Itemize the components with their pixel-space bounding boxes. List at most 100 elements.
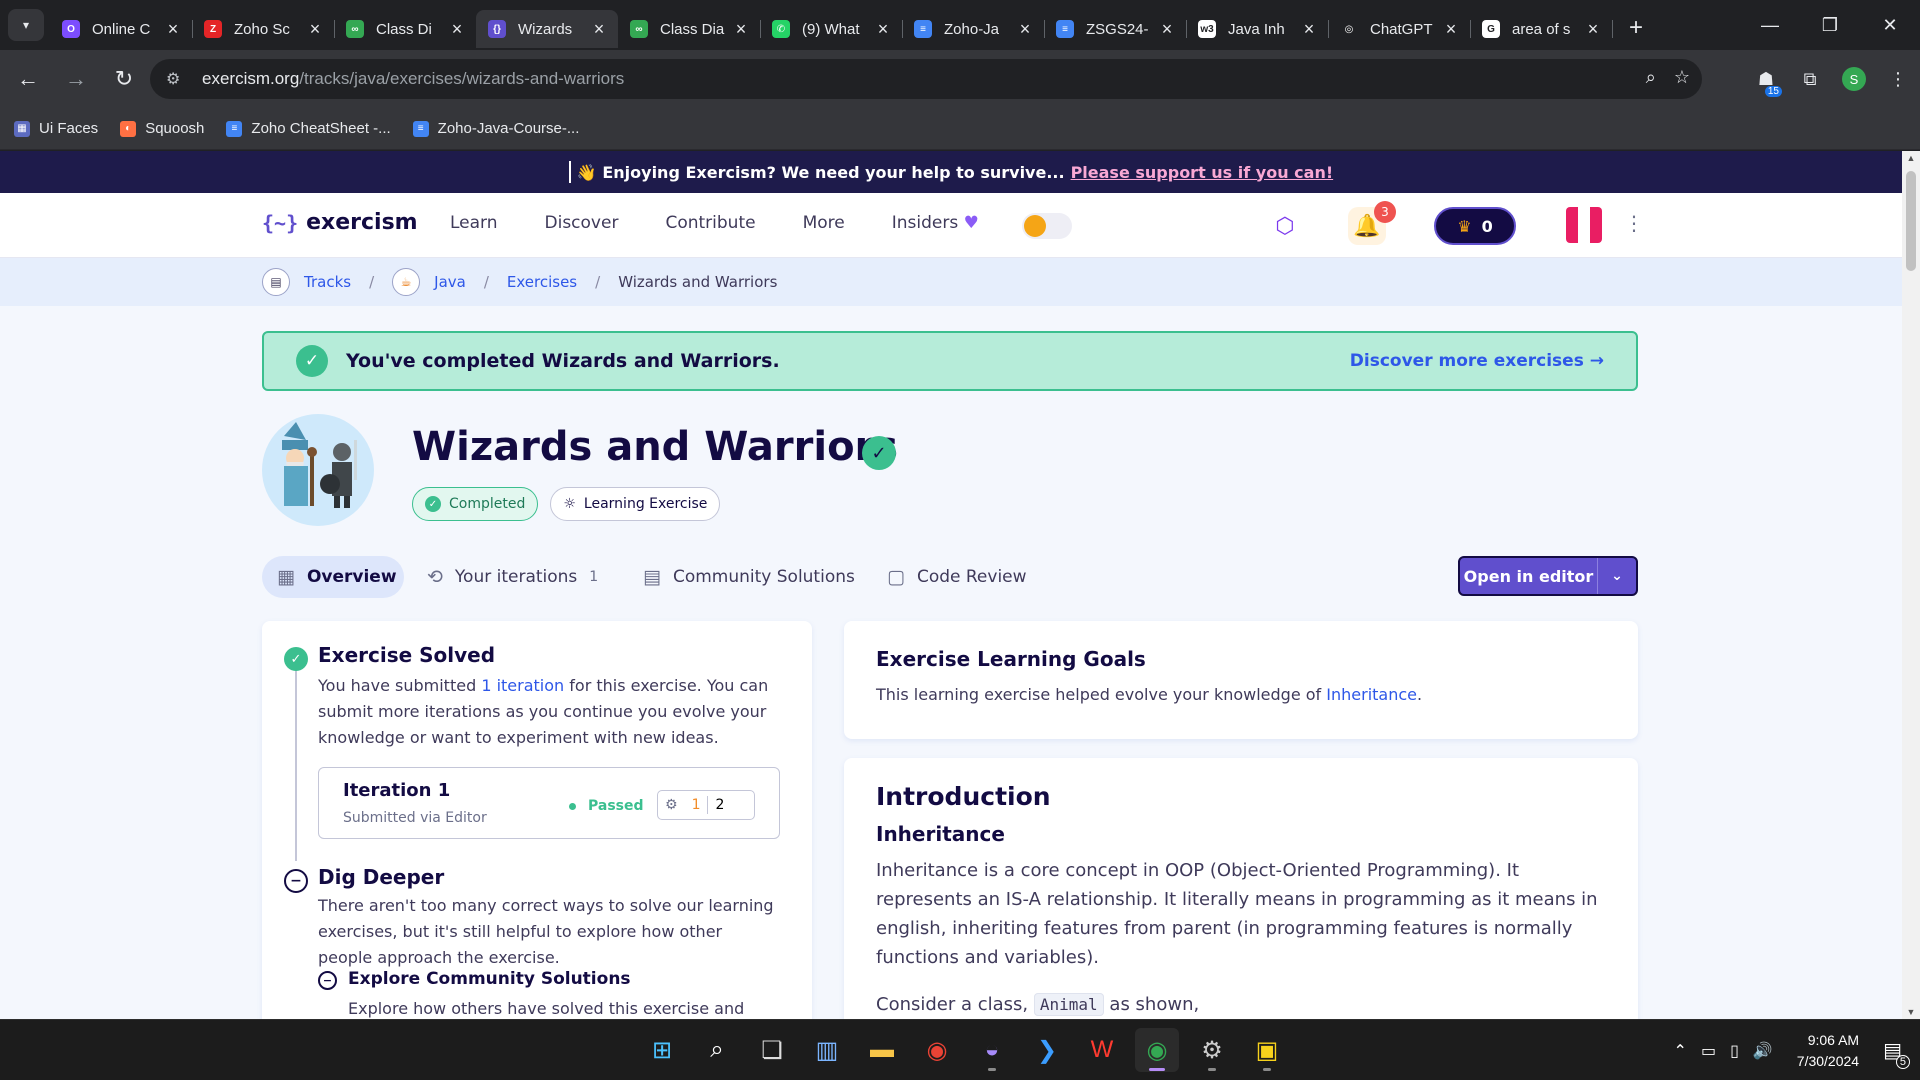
- chevron-up-icon[interactable]: ⌃: [1674, 1041, 1687, 1061]
- tab-iterations[interactable]: ⟲ Your iterations 1: [412, 556, 613, 598]
- widgets-icon[interactable]: ▥: [805, 1028, 849, 1072]
- breadcrumb-exercises[interactable]: Exercises: [507, 273, 577, 291]
- close-tab-icon[interactable]: ×: [448, 19, 466, 40]
- vscode-icon[interactable]: ❯: [1025, 1028, 1069, 1072]
- windows-start-icon[interactable]: ⊞: [640, 1028, 684, 1072]
- tab-community-solutions[interactable]: ▤ Community Solutions: [628, 556, 870, 598]
- iteration-link[interactable]: 1 iteration: [481, 676, 564, 695]
- notification-center-icon[interactable]: ▤ 5: [1883, 1038, 1910, 1069]
- close-tab-icon[interactable]: ×: [732, 19, 750, 40]
- exercise-solved-section: Exercise Solved You have submitted 1 ite…: [318, 643, 778, 751]
- goals-title: Exercise Learning Goals: [876, 647, 1146, 671]
- journey-hexagon-icon[interactable]: ⬡: [1266, 207, 1304, 245]
- profile-button[interactable]: S: [1832, 59, 1876, 99]
- bookmark-zoho-java-course[interactable]: ≡ Zoho-Java-Course-...: [412, 120, 579, 137]
- close-tab-icon[interactable]: ×: [1158, 19, 1176, 40]
- notification-count: 5: [1895, 1055, 1910, 1069]
- breadcrumb-tracks[interactable]: Tracks: [304, 273, 351, 291]
- close-window-button[interactable]: ✕: [1860, 0, 1920, 50]
- nav-learn[interactable]: Learn: [450, 213, 498, 233]
- scrollbar-thumb[interactable]: [1906, 171, 1916, 271]
- nav-discover[interactable]: Discover: [545, 213, 619, 233]
- restore-button[interactable]: ❐: [1800, 0, 1860, 50]
- close-tab-icon[interactable]: ×: [164, 19, 182, 40]
- bookmark-squoosh[interactable]: ◐ Squoosh: [120, 120, 204, 137]
- search-icon[interactable]: ⌕: [695, 1028, 739, 1072]
- extensions-puzzle-icon[interactable]: ⧉: [1788, 59, 1832, 99]
- minimize-button[interactable]: —: [1740, 0, 1800, 50]
- chrome-icon[interactable]: ◉: [915, 1028, 959, 1072]
- user-avatar[interactable]: [1566, 207, 1602, 243]
- scroll-up-icon[interactable]: ▲: [1902, 153, 1920, 163]
- iteration-card[interactable]: Iteration 1 Submitted via Editor Passed …: [318, 767, 780, 839]
- breadcrumb-separator: /: [595, 273, 601, 291]
- bookmark-star-icon[interactable]: ☆: [1674, 67, 1690, 88]
- page-scrollbar[interactable]: ▲ ▼: [1902, 151, 1920, 1019]
- browser-tab[interactable]: Z Zoho Sc ×: [192, 10, 335, 48]
- bookmark-zoho-cheatsheet[interactable]: ≡ Zoho CheatSheet -...: [226, 120, 391, 137]
- task-view-icon[interactable]: ❏: [750, 1028, 794, 1072]
- chrome-profile-icon[interactable]: ◉: [1135, 1028, 1179, 1072]
- nav-contribute[interactable]: Contribute: [665, 213, 755, 233]
- eclipse-icon[interactable]: ◒: [970, 1028, 1014, 1072]
- browser-tab[interactable]: ✆ (9) What ×: [760, 10, 903, 48]
- tab-list: O Online C × Z Zoho Sc × ∞ Class Di ×{} Wizards × ∞…: [50, 2, 1613, 48]
- open-in-editor-button[interactable]: Open in editor ⌄: [1458, 556, 1638, 596]
- browser-tab[interactable]: {} Wizards ×: [476, 10, 618, 48]
- browser-tab[interactable]: ≡ Zoho-Ja ×: [902, 10, 1045, 48]
- browser-tab[interactable]: ≡ ZSGS24- ×: [1044, 10, 1187, 48]
- breadcrumb-java[interactable]: Java: [434, 273, 466, 291]
- reputation-button[interactable]: ♛ 0: [1434, 207, 1516, 245]
- close-tab-icon[interactable]: ×: [306, 19, 324, 40]
- browser-tab[interactable]: ∞ Class Di ×: [334, 10, 477, 48]
- battery-icon[interactable]: ▯: [1730, 1041, 1739, 1061]
- close-tab-icon[interactable]: ×: [1442, 19, 1460, 40]
- wps-icon[interactable]: W: [1080, 1028, 1124, 1072]
- browser-tab[interactable]: O Online C ×: [50, 10, 193, 48]
- close-tab-icon[interactable]: ×: [1300, 19, 1318, 40]
- browser-tab[interactable]: Garea of s ×: [1470, 10, 1613, 48]
- browser-tab[interactable]: w3 Java Inh ×: [1186, 10, 1329, 48]
- volume-icon[interactable]: 🔊: [1753, 1041, 1773, 1061]
- browser-tab[interactable]: ∞ Class Dia ×: [618, 10, 761, 48]
- tab-overview[interactable]: ▦ Overview: [262, 556, 404, 598]
- new-tab-button[interactable]: +: [1618, 12, 1654, 44]
- solved-text-pre: You have submitted: [318, 676, 477, 695]
- forward-button[interactable]: →: [56, 59, 96, 99]
- collapse-icon[interactable]: −: [318, 971, 337, 990]
- bookmark-ui-faces[interactable]: ▦ Ui Faces: [14, 120, 98, 137]
- extension-icon[interactable]: ☗ 15: [1744, 59, 1788, 99]
- tab-search-button[interactable]: ▾: [8, 9, 44, 41]
- browser-tab[interactable]: ◎ ChatGPT ×: [1328, 10, 1471, 48]
- bookmark-label: Zoho CheatSheet -...: [251, 120, 391, 137]
- nav-insiders[interactable]: Insiders ♥: [892, 213, 979, 233]
- introduction-paragraph: Inheritance is a core concept in OOP (Ob…: [876, 860, 1598, 968]
- chevron-down-icon[interactable]: ⌄: [1598, 568, 1636, 584]
- close-tab-icon[interactable]: ×: [1016, 19, 1034, 40]
- notes-app-icon[interactable]: ▣: [1245, 1028, 1289, 1072]
- collapse-icon[interactable]: −: [284, 869, 308, 893]
- clock[interactable]: 9:06 AM 7/30/2024: [1797, 1030, 1859, 1072]
- network-icon[interactable]: ▭: [1701, 1041, 1716, 1061]
- tab-code-review[interactable]: ▢ Code Review: [872, 556, 1042, 598]
- browser-menu-icon[interactable]: ⋮: [1876, 59, 1920, 99]
- zoom-icon[interactable]: ⌕: [1646, 67, 1656, 88]
- close-tab-icon[interactable]: ×: [1584, 19, 1602, 40]
- support-link[interactable]: Please support us if you can!: [1071, 163, 1334, 182]
- nav-more[interactable]: More: [803, 213, 845, 233]
- back-button[interactable]: ←: [8, 59, 48, 99]
- close-tab-icon[interactable]: ×: [590, 19, 608, 40]
- settings-icon[interactable]: ⚙: [1190, 1028, 1234, 1072]
- exercism-logo[interactable]: {~} exercism: [262, 210, 418, 235]
- file-explorer-icon[interactable]: ▬: [860, 1028, 904, 1072]
- site-settings-icon[interactable]: ⚙: [166, 69, 188, 89]
- inheritance-link[interactable]: Inheritance: [1326, 685, 1417, 704]
- address-bar[interactable]: ⚙ exercism.org/tracks/java/exercises/wiz…: [150, 59, 1702, 99]
- user-menu-icon[interactable]: ⋮: [1624, 211, 1644, 235]
- tab-favicon-10-icon: ◎: [1340, 20, 1358, 38]
- reload-button[interactable]: ↻: [104, 59, 144, 99]
- scroll-down-icon[interactable]: ▼: [1902, 1007, 1920, 1017]
- discover-more-link[interactable]: Discover more exercises →: [1350, 351, 1604, 371]
- theme-toggle[interactable]: [1022, 213, 1072, 239]
- close-tab-icon[interactable]: ×: [874, 19, 892, 40]
